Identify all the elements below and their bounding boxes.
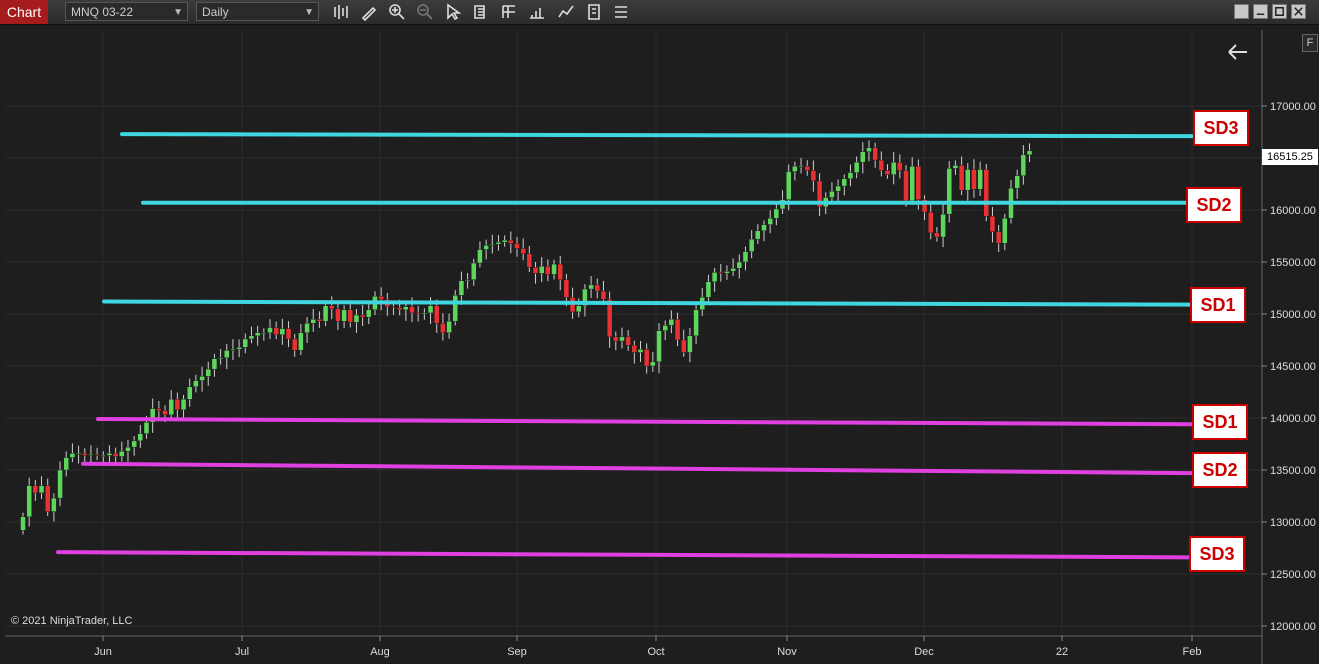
- chevron-down-icon: ▼: [304, 7, 314, 18]
- price-tick-label: 13500.00: [1270, 465, 1316, 477]
- zoom-in-icon[interactable]: [388, 3, 406, 21]
- close-icon[interactable]: [1291, 4, 1306, 19]
- zoom-out-icon[interactable]: [416, 3, 434, 21]
- instrument-value: MNQ 03-22: [71, 5, 134, 19]
- level-label-lower-sd1: SD1: [1192, 404, 1248, 440]
- price-tick-label: 15000.00: [1270, 309, 1316, 321]
- level-label-upper-sd1: SD1: [1190, 287, 1246, 323]
- level-label-lower-sd2: SD2: [1192, 452, 1248, 488]
- price-tick-label: 17000.00: [1270, 101, 1316, 113]
- price-tick-label: 13000.00: [1270, 517, 1316, 529]
- price-tick-label: 14000.00: [1270, 413, 1316, 425]
- candle: [452, 290, 458, 326]
- date-tick-label: Sep: [507, 646, 527, 658]
- back-arrow-icon[interactable]: [1226, 42, 1250, 62]
- price-tick-label: 16000.00: [1270, 205, 1316, 217]
- data-box-icon[interactable]: [472, 3, 490, 21]
- level-line-upper-sd3[interactable]: [120, 132, 1194, 139]
- copyright-text: © 2021 NinjaTrader, LLC: [11, 615, 133, 627]
- strategies-icon[interactable]: [528, 3, 546, 21]
- candle: [946, 161, 952, 223]
- instrument-selector[interactable]: MNQ 03-22 ▼: [65, 2, 188, 21]
- restore-icon[interactable]: [1253, 4, 1268, 19]
- pointer-icon[interactable]: [444, 3, 462, 21]
- price-chart[interactable]: 17000.0016500.0016000.0015500.0015000.00…: [0, 25, 1319, 664]
- templates-icon[interactable]: [585, 3, 603, 21]
- chevron-down-icon: ▼: [173, 7, 183, 18]
- date-tick-label: Aug: [370, 646, 390, 658]
- level-label-upper-sd3: SD3: [1193, 110, 1249, 146]
- chart-trader-icon[interactable]: [612, 3, 630, 21]
- interval-selector[interactable]: Daily ▼: [196, 2, 319, 21]
- price-tick-label: 14500.00: [1270, 361, 1316, 373]
- level-label-lower-sd3: SD3: [1189, 536, 1245, 572]
- candle: [983, 164, 989, 222]
- minimize-icon[interactable]: [1234, 4, 1249, 19]
- level-label-upper-sd2: SD2: [1186, 187, 1242, 223]
- interval-value: Daily: [202, 5, 229, 19]
- date-tick-label: Oct: [647, 646, 664, 658]
- maximize-icon[interactable]: [1272, 4, 1287, 19]
- bar-type-icon[interactable]: [333, 3, 351, 21]
- price-tick-label: 15500.00: [1270, 257, 1316, 269]
- price-tick-label: 12500.00: [1270, 569, 1316, 581]
- chart-tab[interactable]: Chart: [0, 0, 48, 24]
- f-button[interactable]: F: [1302, 34, 1318, 52]
- chart-toolbar: Chart MNQ 03-22 ▼ Daily ▼: [0, 0, 1319, 25]
- pencil-draw-icon[interactable]: [360, 3, 378, 22]
- date-tick-label: Jul: [235, 646, 249, 658]
- price-tick-label: 12000.00: [1270, 621, 1316, 633]
- date-tick-label: Nov: [777, 646, 797, 658]
- date-tick-label: 22: [1056, 646, 1068, 658]
- indicators-icon[interactable]: [557, 3, 575, 21]
- properties-icon[interactable]: [500, 3, 518, 21]
- last-price-marker: 16515.25: [1262, 149, 1318, 165]
- date-tick-label: Feb: [1183, 646, 1202, 658]
- date-tick-label: Dec: [914, 646, 934, 658]
- date-tick-label: Jun: [94, 646, 112, 658]
- candle: [903, 165, 909, 207]
